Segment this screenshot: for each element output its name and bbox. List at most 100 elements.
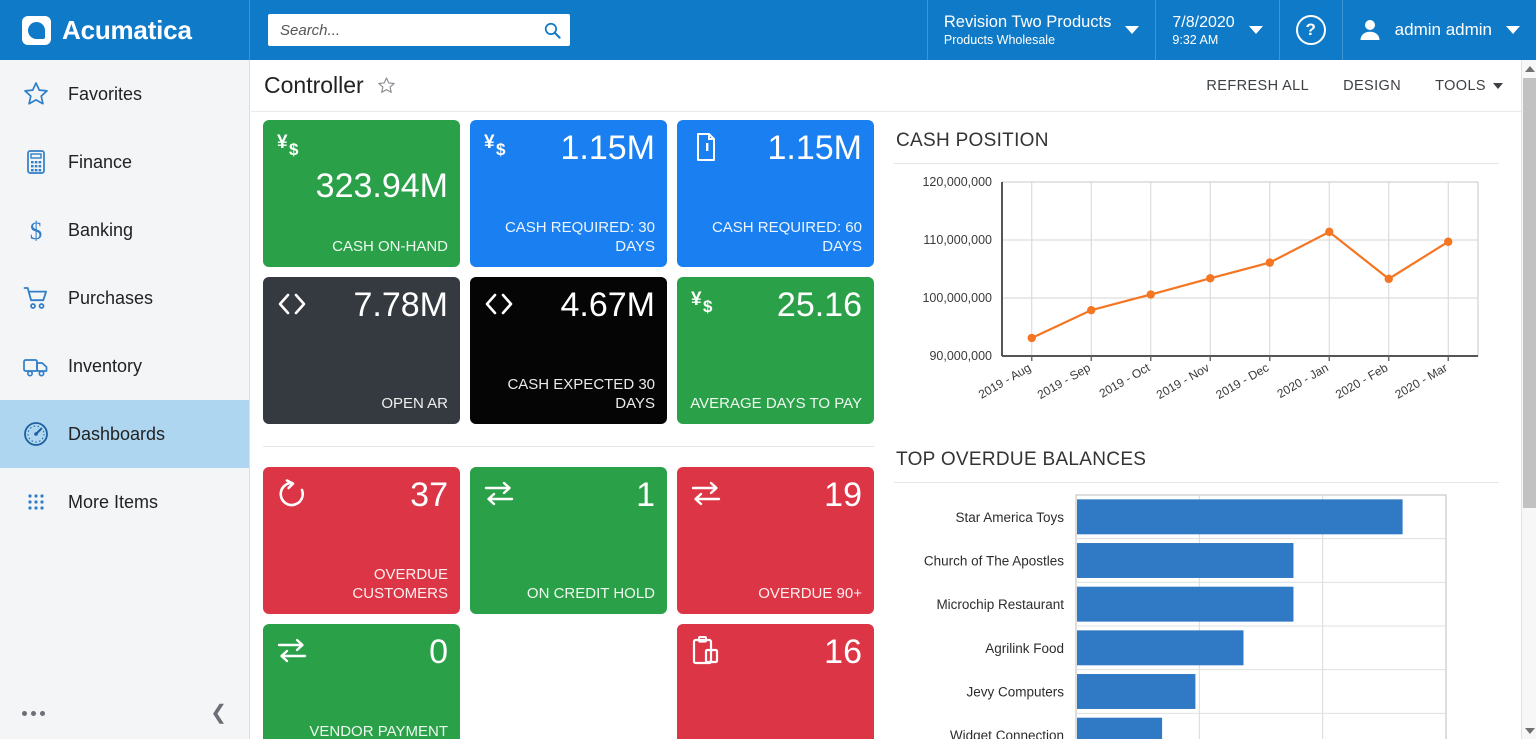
tile-value: 25.16 xyxy=(776,286,862,324)
svg-text:¥: ¥ xyxy=(691,289,702,310)
company-selector[interactable]: Revision Two Products Products Wholesale xyxy=(926,0,1156,60)
currency-yen-dollar-icon: ¥ $ xyxy=(484,132,506,159)
tile-caption: AVERAGE DAYS TO PAY xyxy=(690,395,862,412)
kpi-tile[interactable]: ¥ $ 1.15M CASH REQUIRED: 30 DAYS xyxy=(470,120,667,267)
sidebar-item-dashboards[interactable]: Dashboards xyxy=(0,400,249,468)
page-scrollbar[interactable] xyxy=(1521,60,1536,739)
company-labels: Revision Two Products Products Wholesale xyxy=(944,13,1112,48)
kpi-grid-top: ¥ $ 323.94M CASH ON-HAND ¥ $ 1.15M CASH … xyxy=(263,120,874,424)
tile-header: ¥ $ 1.15M xyxy=(482,130,655,166)
kpi-tile[interactable]: 4.67M CASH EXPECTED 30 DAYS xyxy=(470,277,667,424)
tile-caption: OVERDUE CUSTOMERS xyxy=(352,566,448,602)
star-outline-icon[interactable] xyxy=(377,76,396,95)
kpi-tile[interactable]: ¥ $ 323.94M CASH ON-HAND xyxy=(263,120,460,267)
tile-header: ¥ $ xyxy=(275,130,448,164)
current-date: 7/8/2020 xyxy=(1172,13,1235,31)
sidebar-item-label: Favorites xyxy=(68,83,143,104)
chevron-down-icon[interactable] xyxy=(1125,26,1140,34)
svg-text:$: $ xyxy=(703,297,713,316)
tile-value: 0 xyxy=(429,633,448,671)
kpi-tile[interactable]: 37 OVERDUE CUSTOMERS xyxy=(263,467,460,614)
branch-name: Products Wholesale xyxy=(943,32,1056,47)
tile-caption: OPEN AR xyxy=(381,395,448,412)
kpi-tile[interactable]: 1.15M CASH REQUIRED: 60 DAYS xyxy=(677,120,874,267)
company-name: Revision Two Products xyxy=(943,12,1112,31)
tile-value: 16 xyxy=(824,633,862,671)
cash-position-panel: CASH POSITION 90,000,000 100,000,000 110,0… xyxy=(894,120,1521,435)
sidebar-item-finance[interactable]: Finance xyxy=(0,128,249,196)
cash-position-chart[interactable]: 90,000,000 100,000,000 110,000,000 120,000,… xyxy=(894,170,1499,435)
scroll-down-button[interactable] xyxy=(1522,722,1536,739)
chevron-left-icon[interactable]: ❮ xyxy=(210,703,227,723)
tile-value: 1.15M xyxy=(560,129,656,167)
tile-value: 4.67M xyxy=(560,286,656,324)
kpi-tile[interactable]: 7.78M OPEN AR xyxy=(263,277,460,424)
svg-text:$: $ xyxy=(496,140,506,159)
svg-text:$: $ xyxy=(289,140,299,159)
line-chart-svg: 90,000,000 100,000,000 110,000,000 120,000,… xyxy=(922,175,1479,402)
refresh-circle-icon xyxy=(279,479,304,507)
tile-header: 4.67M xyxy=(482,287,655,323)
page-title: Controller xyxy=(264,72,364,98)
design-button[interactable]: DESIGN xyxy=(1343,78,1401,94)
chevron-down-icon[interactable] xyxy=(1506,26,1520,34)
kpi-grid-bottom: 37 OVERDUE CUSTOMERS 1 ON CREDIT HOLD 19… xyxy=(263,467,874,739)
svg-text:2019 - Nov: 2019 - Nov xyxy=(1154,360,1212,401)
chevron-down-icon[interactable] xyxy=(1248,26,1263,34)
sidebar-item-more-items[interactable]: More Items xyxy=(0,468,249,536)
sidebar-item-purchases[interactable]: Purchases xyxy=(0,264,249,332)
sidebar-item-label: Banking xyxy=(68,219,134,240)
dollar-sign-icon: $ xyxy=(30,218,43,244)
search-container xyxy=(250,0,570,60)
sidebar-item-inventory[interactable]: Inventory xyxy=(0,332,249,400)
ellipsis-icon[interactable] xyxy=(22,710,45,716)
tile-caption: CASH REQUIRED: 60 DAYS xyxy=(711,219,862,255)
top-overdue-chart[interactable]: Star America Toys Church of The Apostles M… xyxy=(894,489,1499,739)
help-button[interactable]: ? xyxy=(1278,0,1342,60)
tile-header: 1 xyxy=(482,477,655,513)
scroll-up-button[interactable] xyxy=(1522,60,1536,77)
search-box[interactable] xyxy=(268,14,570,46)
svg-text:2020 - Feb: 2020 - Feb xyxy=(1333,360,1391,401)
svg-text:110,000,000: 110,000,000 xyxy=(923,233,992,247)
sidebar-item-label: Inventory xyxy=(68,355,143,376)
svg-text:Church of The Apostles: Church of The Apostles xyxy=(924,554,1064,569)
brand-name: Acumatica xyxy=(62,14,192,45)
charts-column: CASH POSITION 90,000,000 100,000,000 110,0… xyxy=(886,112,1521,739)
chevron-down-icon xyxy=(1493,82,1503,89)
star-icon xyxy=(24,82,48,105)
search-icon[interactable] xyxy=(543,21,562,40)
refresh-all-button[interactable]: REFRESH ALL xyxy=(1206,78,1309,94)
kpi-column: ¥ $ 323.94M CASH ON-HAND ¥ $ 1.15M CASH … xyxy=(251,112,886,739)
user-menu[interactable]: admin admin xyxy=(1341,0,1536,60)
svg-text:100,000,000: 100,000,000 xyxy=(922,291,992,305)
kpi-tile[interactable]: 0 VENDOR PAYMENT HOLD xyxy=(263,624,460,739)
svg-text:2019 - Aug: 2019 - Aug xyxy=(976,360,1033,401)
search-input[interactable] xyxy=(280,21,543,39)
clipboard-icon xyxy=(692,636,719,665)
datetime-selector[interactable]: 7/8/2020 9:32 AM xyxy=(1155,0,1278,60)
main-content: Controller REFRESH ALL DESIGN TOOLS ¥ $ xyxy=(251,60,1521,739)
panel-divider xyxy=(894,482,1499,483)
bar-chart-svg: Star America Toys Church of The Apostles M… xyxy=(924,494,1447,739)
datetime-labels: 7/8/2020 9:32 AM xyxy=(1172,13,1234,48)
tile-caption: CASH REQUIRED: 30 DAYS xyxy=(504,219,655,255)
sidebar-item-banking[interactable]: $ Banking xyxy=(0,196,249,264)
kpi-tile[interactable]: 16 OVERDUE PAYMENTS xyxy=(677,624,874,739)
tile-value: 37 xyxy=(410,476,448,514)
tools-button[interactable]: TOOLS xyxy=(1435,78,1503,94)
kpi-tile[interactable]: 1 ON CREDIT HOLD xyxy=(470,467,667,614)
brand-logo[interactable]: Acumatica xyxy=(0,0,250,60)
scrollbar-thumb[interactable] xyxy=(1523,78,1536,508)
sidebar-item-favorites[interactable]: Favorites xyxy=(0,60,249,128)
sidebar-item-label: More Items xyxy=(68,491,159,512)
tile-caption: CASH EXPECTED 30 DAYS xyxy=(507,376,655,412)
kpi-tile[interactable]: 19 OVERDUE 90+ xyxy=(677,467,874,614)
svg-text:120,000,000: 120,000,000 xyxy=(922,175,992,189)
svg-text:Microchip Restaurant: Microchip Restaurant xyxy=(936,597,1064,612)
question-mark-icon[interactable]: ? xyxy=(1295,15,1326,45)
svg-text:90,000,000: 90,000,000 xyxy=(929,349,992,363)
kpi-tile[interactable]: ¥ $ 25.16 AVERAGE DAYS TO PAY xyxy=(677,277,874,424)
tile-value: 1 xyxy=(636,476,655,514)
svg-text:Star America Toys: Star America Toys xyxy=(955,510,1064,525)
